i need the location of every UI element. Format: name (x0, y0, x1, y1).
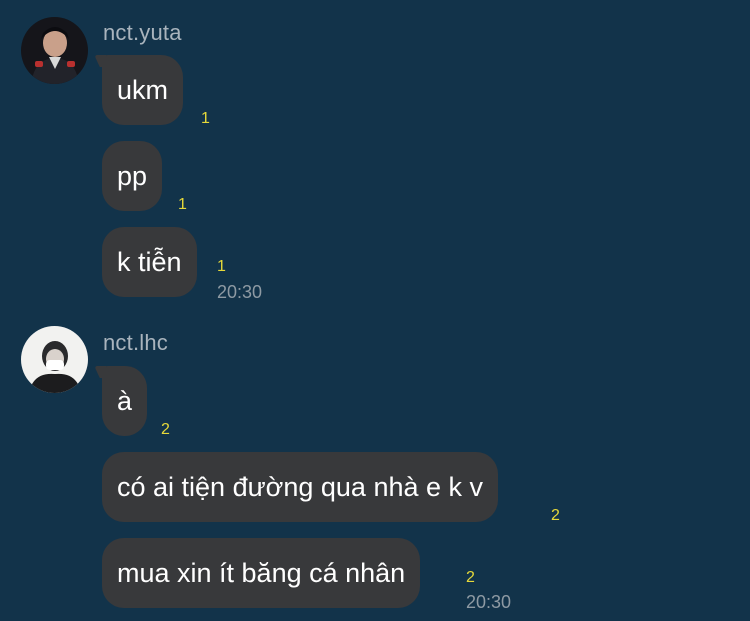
profile-photo-icon (21, 326, 88, 393)
unread-count: 1 (217, 258, 226, 275)
message-bubble[interactable]: à (102, 366, 148, 436)
unread-count: 2 (551, 507, 560, 524)
unread-count: 2 (161, 421, 170, 438)
sender-name: nct.yuta (103, 20, 182, 45)
avatar-nct-yuta[interactable] (21, 17, 88, 84)
unread-count: 2 (466, 569, 475, 586)
message-bubble[interactable]: ukm (102, 55, 184, 125)
message-bubble[interactable]: có ai tiện đường qua nhà e k v (102, 452, 499, 522)
message-bubble[interactable]: mua xin ít băng cá nhân (102, 538, 421, 608)
message-bubble[interactable]: k tiễn (102, 227, 197, 297)
avatar-nct-lhc[interactable] (21, 326, 88, 393)
sender-name: nct.lhc (103, 330, 168, 355)
unread-count: 1 (178, 196, 187, 213)
message-bubble[interactable]: pp (102, 141, 163, 211)
message-timestamp: 20:30 (217, 282, 263, 302)
unread-count: 1 (201, 110, 210, 127)
message-timestamp: 20:30 (466, 592, 512, 612)
profile-photo-icon (21, 17, 88, 84)
